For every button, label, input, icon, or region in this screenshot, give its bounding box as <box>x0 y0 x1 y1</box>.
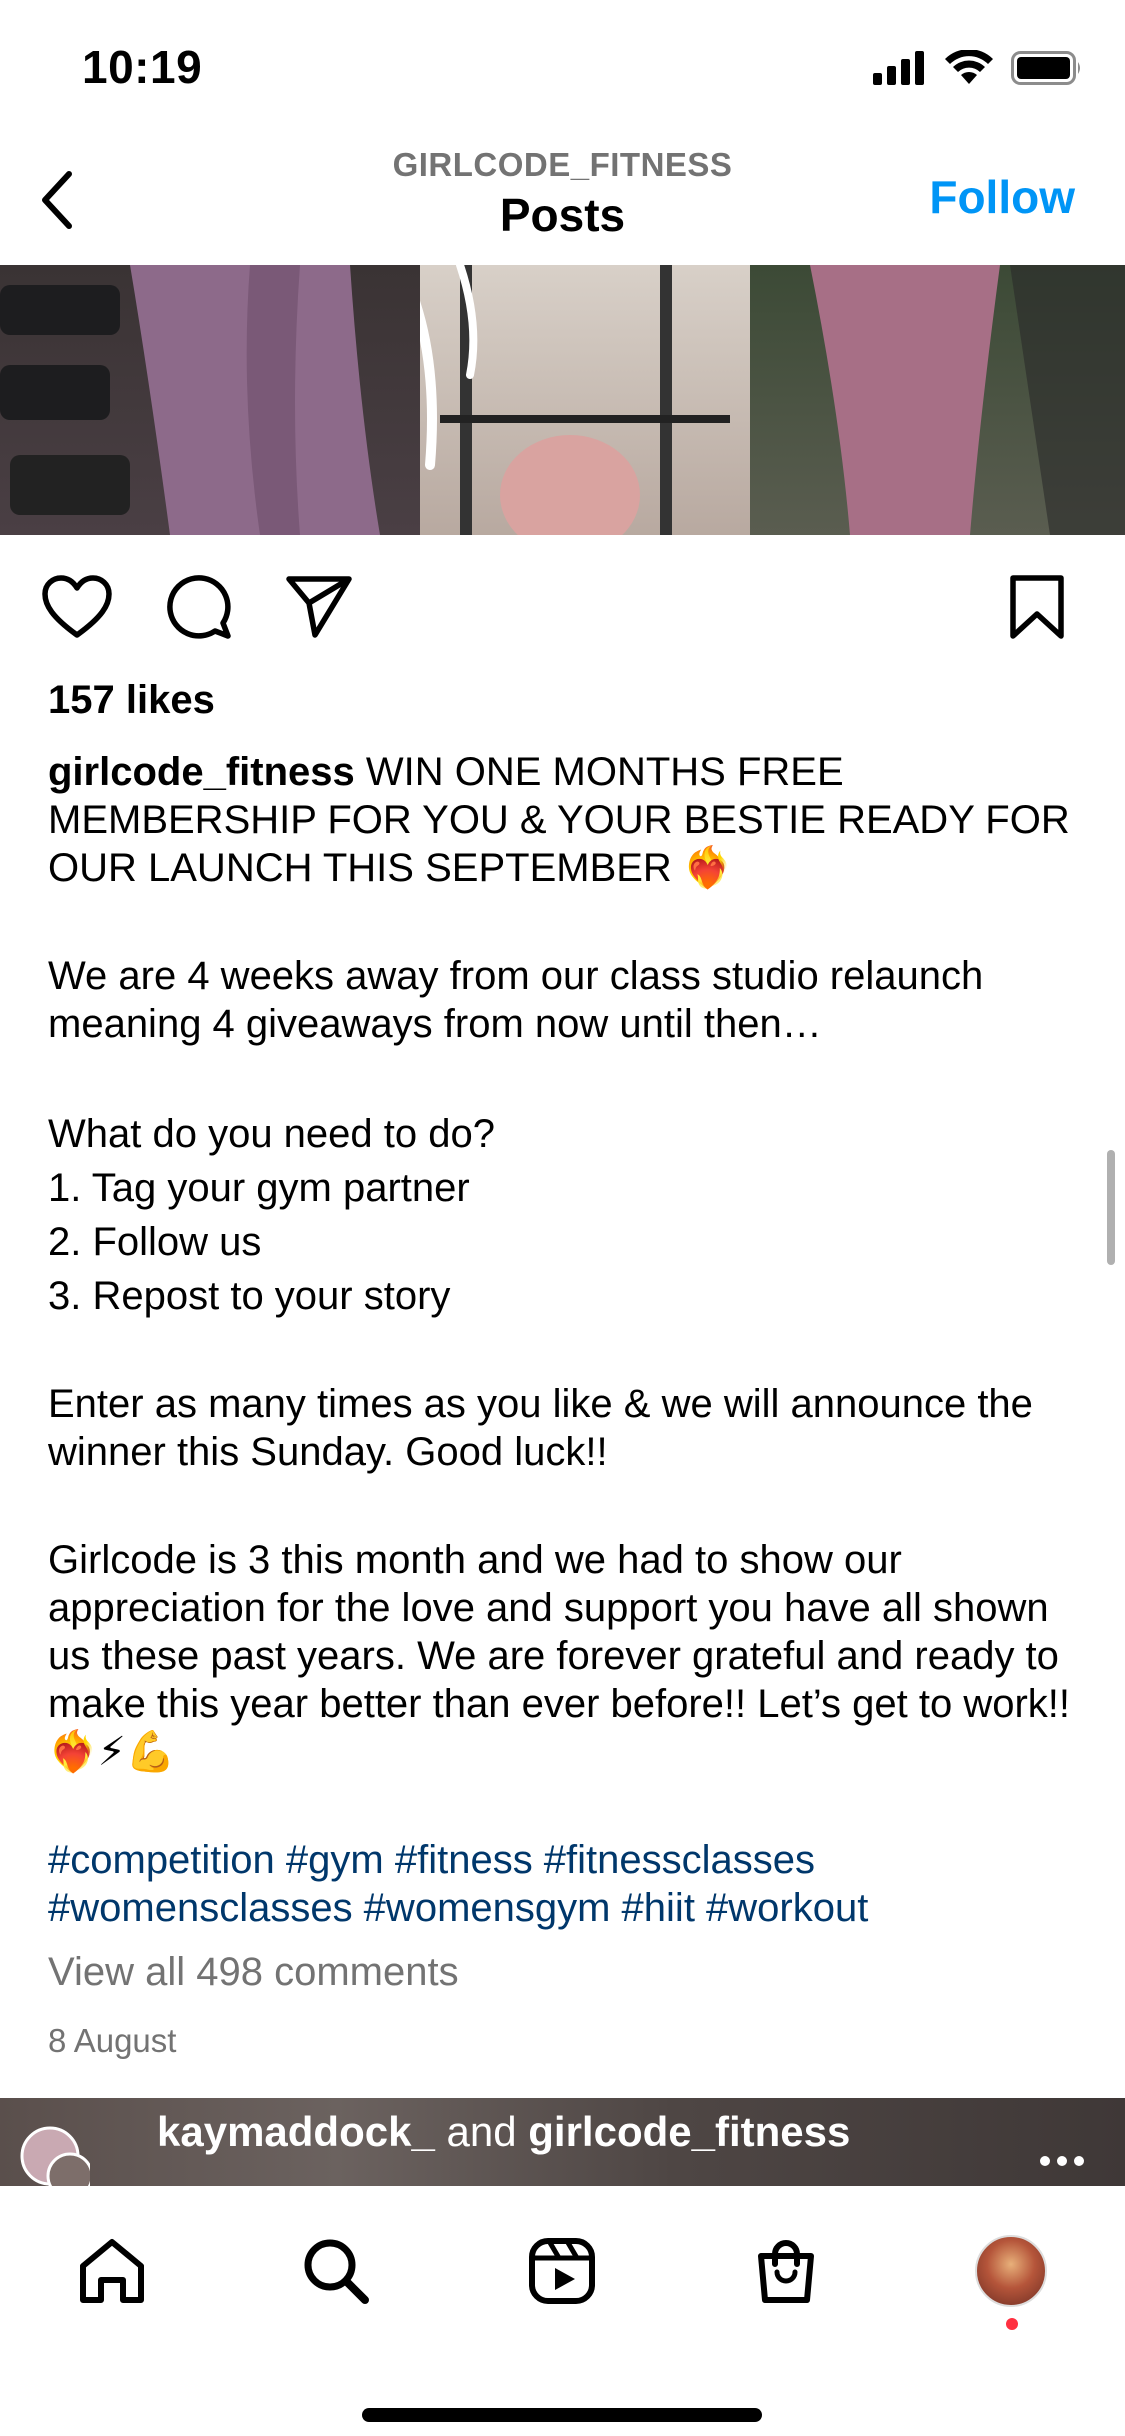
post-image-panel-left <box>0 265 420 535</box>
home-indicator[interactable] <box>362 2408 762 2422</box>
next-post-user[interactable]: girlcode_fitness <box>528 2108 850 2155</box>
tab-search[interactable] <box>291 2226 381 2316</box>
post-caption: girlcode_fitness WIN ONE MONTHS FREE MEM… <box>48 748 1088 1932</box>
avatar <box>20 2126 94 2186</box>
battery-icon <box>1011 51 1080 85</box>
more-dots-icon <box>1040 2156 1084 2166</box>
dumbbell-rack-image <box>0 265 380 535</box>
caption-step: 1. Tag your gym partner <box>48 1166 470 1210</box>
tab-reels[interactable] <box>517 2226 607 2316</box>
post-image-panel-right <box>750 265 1125 535</box>
view-comments-link[interactable]: View all 498 comments <box>48 1950 459 1995</box>
status-icons <box>873 50 1083 86</box>
comment-icon <box>167 575 231 639</box>
next-post-avatars[interactable] <box>20 2126 94 2186</box>
caption-paragraph: Enter as many times as you like & we wil… <box>48 1382 1033 1474</box>
post-image-panel-middle <box>395 265 750 535</box>
profile-avatar <box>975 2235 1047 2307</box>
wifi-icon <box>945 50 993 84</box>
status-bar: 10:19 <box>0 0 1125 140</box>
shop-icon <box>758 2240 814 2303</box>
next-post-connector: and <box>434 2108 529 2155</box>
post-image[interactable] <box>0 265 1125 535</box>
caption-paragraph: We are 4 weeks away from our class studi… <box>48 954 984 1046</box>
likes-count[interactable]: 157 likes <box>48 678 215 723</box>
caption-step: 2. Follow us <box>48 1220 262 1264</box>
post-date: 8 August <box>48 2022 177 2059</box>
caption-hashtags[interactable]: #competition #gym #fitness #fitnessclass… <box>48 1836 1088 1932</box>
cellular-signal-icon <box>873 51 924 85</box>
reels-icon <box>529 2238 595 2304</box>
home-icon <box>80 2239 144 2303</box>
share-button[interactable] <box>282 570 356 644</box>
tab-profile[interactable] <box>966 2226 1056 2316</box>
post-actions <box>0 560 1125 650</box>
bookmark-icon <box>1010 575 1064 639</box>
next-post-authors: kaymaddock_ and girlcode_fitness <box>157 2108 850 2156</box>
leggings-image <box>810 265 1125 535</box>
header-bar: GIRLCODE_FITNESS Posts Follow <box>0 140 1125 265</box>
caption-paragraph: What do you need to do? <box>48 1112 495 1156</box>
save-button[interactable] <box>1000 570 1074 644</box>
tab-home[interactable] <box>67 2226 157 2316</box>
tab-shop[interactable] <box>741 2226 831 2316</box>
caption-step: 3. Repost to your story <box>48 1274 451 1318</box>
status-time: 10:19 <box>82 41 203 93</box>
notification-dot <box>1006 2318 1018 2330</box>
more-options-button[interactable] <box>1039 2154 1085 2172</box>
squat-rack-image <box>395 265 730 535</box>
caption-paragraph: Girlcode is 3 this month and we had to s… <box>48 1538 1071 1774</box>
send-icon <box>286 576 352 638</box>
tab-bar <box>0 2186 1125 2436</box>
like-button[interactable] <box>40 570 114 644</box>
comment-button[interactable] <box>162 570 236 644</box>
follow-button[interactable]: Follow <box>929 170 1075 224</box>
scrollbar[interactable] <box>1107 1150 1115 1265</box>
next-post-user[interactable]: kaymaddock_ <box>157 2108 435 2155</box>
next-post-header: kaymaddock_ and girlcode_fitness <box>0 2098 1125 2186</box>
search-icon <box>304 2239 369 2304</box>
caption-username[interactable]: girlcode_fitness <box>48 750 355 794</box>
heart-icon <box>42 575 112 638</box>
